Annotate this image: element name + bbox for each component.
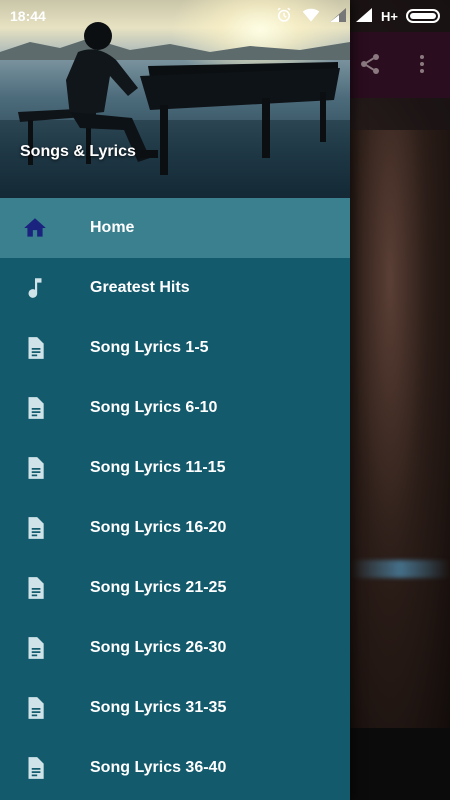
battery-icon: [406, 9, 440, 23]
menu-item-song-lyrics-21-25[interactable]: Song Lyrics 21-25: [0, 558, 350, 618]
navigation-drawer: Songs & Lyrics Home Greatest Hits Song L…: [0, 0, 350, 800]
signal-icon-2: [355, 7, 373, 26]
music-note-icon: [0, 258, 70, 318]
more-vert-icon[interactable]: [408, 50, 436, 78]
menu-item-label: Song Lyrics 36-40: [90, 759, 227, 776]
document-icon: [0, 378, 70, 438]
document-icon: [0, 318, 70, 378]
menu-item-label: Greatest Hits: [90, 279, 190, 296]
menu-item-song-lyrics-1-5[interactable]: Song Lyrics 1-5: [0, 318, 350, 378]
menu-item-song-lyrics-6-10[interactable]: Song Lyrics 6-10: [0, 378, 350, 438]
status-icons: H+: [275, 6, 440, 27]
document-icon: [0, 618, 70, 678]
menu-item-greatest-hits[interactable]: Greatest Hits: [0, 258, 350, 318]
document-icon: [0, 738, 70, 798]
menu-item-label: Song Lyrics 31-35: [90, 699, 227, 716]
document-icon: [0, 498, 70, 558]
menu-item-label: Song Lyrics 26-30: [90, 639, 227, 656]
share-icon[interactable]: [356, 50, 384, 78]
drawer-menu: Home Greatest Hits Song Lyrics 1-5 Song …: [0, 198, 350, 798]
background-light-streak: [350, 560, 450, 578]
document-icon: [0, 678, 70, 738]
menu-item-label: Home: [90, 219, 135, 236]
menu-item-label: Song Lyrics 11-15: [90, 459, 226, 476]
signal-icon: [329, 7, 347, 26]
menu-item-label: Song Lyrics 6-10: [90, 399, 218, 416]
status-time: 18:44: [10, 8, 46, 24]
menu-item-song-lyrics-36-40[interactable]: Song Lyrics 36-40: [0, 738, 350, 798]
menu-item-home[interactable]: Home: [0, 198, 350, 258]
menu-item-song-lyrics-26-30[interactable]: Song Lyrics 26-30: [0, 618, 350, 678]
alarm-icon: [275, 6, 293, 27]
home-icon: [0, 198, 70, 258]
network-type: H+: [381, 8, 398, 24]
menu-item-song-lyrics-11-15[interactable]: Song Lyrics 11-15: [0, 438, 350, 498]
menu-item-label: Song Lyrics 21-25: [90, 579, 227, 596]
menu-item-label: Song Lyrics 16-20: [90, 519, 227, 536]
document-icon: [0, 438, 70, 498]
background-bottom-strip: [350, 728, 450, 800]
menu-item-label: Song Lyrics 1-5: [90, 339, 209, 356]
status-bar: 18:44 H+: [0, 0, 450, 32]
menu-item-song-lyrics-31-35[interactable]: Song Lyrics 31-35: [0, 678, 350, 738]
document-icon: [0, 558, 70, 618]
drawer-header-title: Songs & Lyrics: [20, 143, 136, 160]
background-performer-image: [350, 130, 450, 730]
menu-item-song-lyrics-16-20[interactable]: Song Lyrics 16-20: [0, 498, 350, 558]
battery-fill: [410, 13, 436, 19]
wifi-icon: [301, 7, 321, 26]
